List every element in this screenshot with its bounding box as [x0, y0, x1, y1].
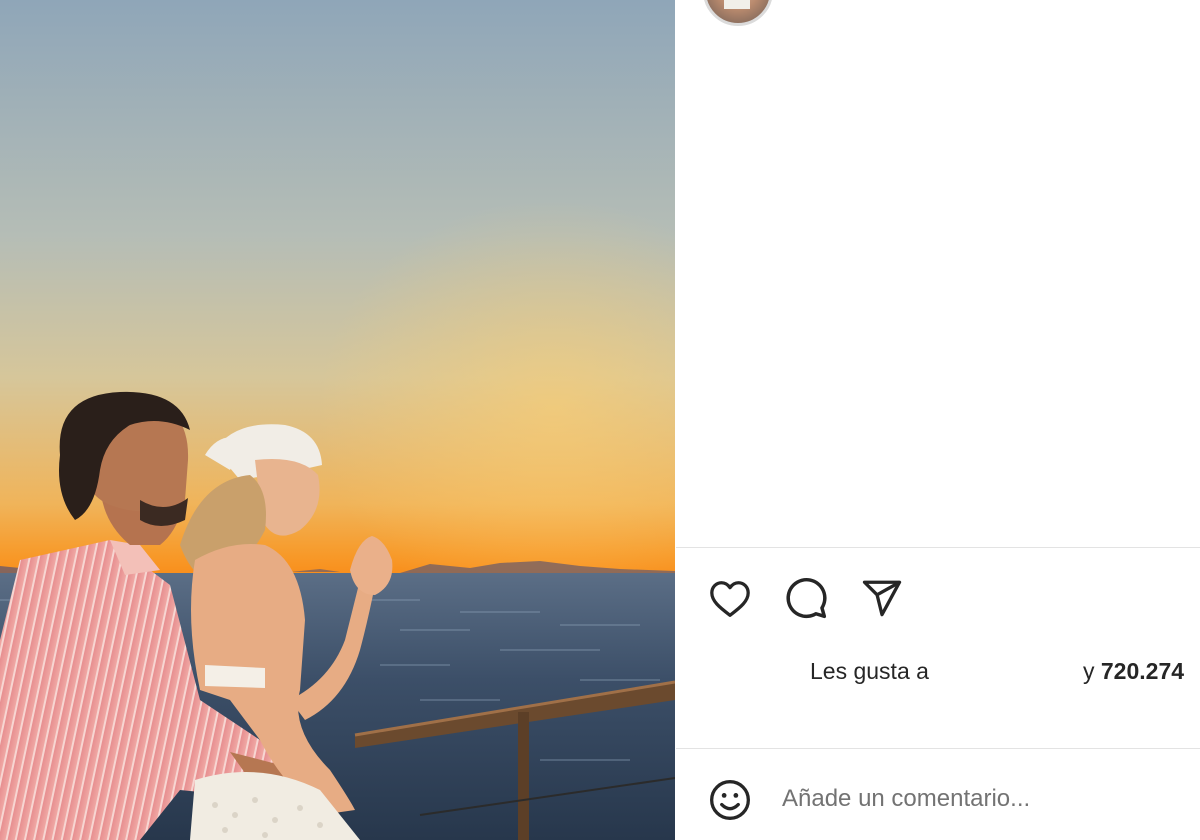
emoji-button[interactable]	[706, 776, 754, 824]
comment-button[interactable]	[782, 574, 830, 622]
likes-conjunction: y	[1083, 658, 1095, 684]
emoji-icon	[710, 780, 750, 820]
likes-prefix: Les gusta a	[810, 658, 929, 684]
comment-input[interactable]: Añade un comentario...	[782, 785, 1030, 813]
sunset-boat-scene	[0, 0, 675, 840]
actions-divider	[676, 547, 1200, 548]
post-side-panel: Les gusta a y 720.274 Añade un comentari…	[676, 0, 1200, 840]
likes-summary: y 720.274	[1083, 658, 1184, 685]
comment-divider	[676, 748, 1200, 749]
like-button[interactable]	[706, 574, 754, 622]
comment-icon	[786, 577, 827, 619]
share-button[interactable]	[858, 574, 906, 622]
author-avatar[interactable]	[703, 0, 773, 26]
post-photo[interactable]	[0, 0, 675, 840]
likes-count[interactable]: 720.274	[1101, 658, 1184, 684]
heart-icon	[710, 581, 750, 617]
paper-plane-icon	[862, 580, 902, 617]
